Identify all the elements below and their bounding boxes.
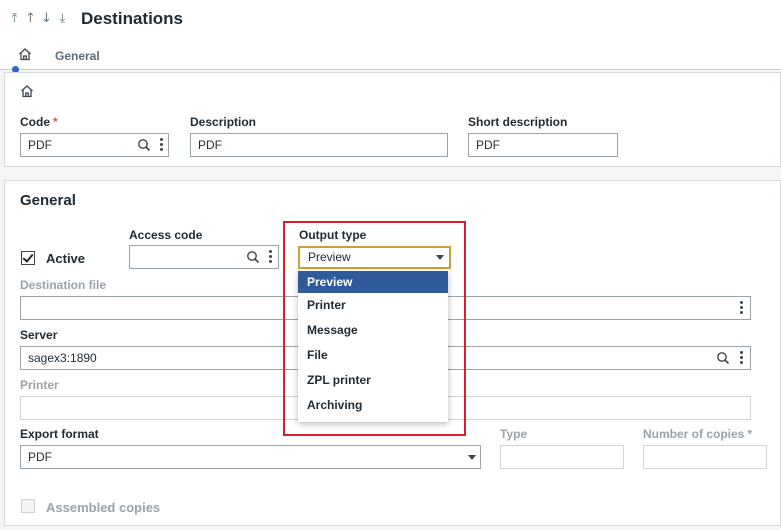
short-description-label: Short description [468, 115, 568, 129]
chevron-down-icon[interactable] [468, 455, 476, 460]
output-type-value: Preview [308, 250, 351, 264]
dropdown-option-printer[interactable]: Printer [298, 293, 448, 318]
more-options-icon[interactable] [740, 351, 743, 365]
access-code-field[interactable] [129, 245, 279, 269]
short-description-field[interactable]: PDF [468, 133, 618, 157]
dropdown-option-file[interactable]: File [298, 343, 448, 368]
top-bar: ⤒ ↑ ↓ ⤓ Destinations [0, 0, 781, 40]
more-options-icon[interactable] [740, 301, 743, 315]
type-label: Type [500, 427, 528, 441]
more-options-icon[interactable] [269, 250, 272, 264]
next-record-icon[interactable]: ↓ [40, 11, 53, 27]
required-marker: * [747, 427, 753, 441]
tab-bar: General [0, 40, 781, 70]
first-record-icon[interactable]: ⤒ [8, 11, 21, 27]
description-field[interactable]: PDF [190, 133, 448, 157]
export-format-label: Export format [20, 427, 99, 441]
code-value: PDF [28, 138, 52, 152]
dropdown-option-preview[interactable]: Preview [298, 271, 448, 293]
server-value: sagex3:1890 [28, 351, 97, 365]
dropdown-option-zpl-printer[interactable]: ZPL printer [298, 368, 448, 393]
dropdown-option-message[interactable]: Message [298, 318, 448, 343]
code-field[interactable]: PDF [20, 133, 169, 157]
previous-record-icon[interactable]: ↑ [24, 11, 37, 27]
server-label: Server [20, 328, 58, 342]
number-of-copies-label: Number of copies * [643, 427, 753, 441]
home-icon[interactable] [18, 47, 32, 61]
export-format-value: PDF [28, 450, 52, 464]
search-icon[interactable] [246, 246, 260, 268]
assembled-copies-label: Assembled copies [46, 500, 161, 515]
description-label: Description [190, 115, 257, 129]
general-section-title: General [20, 192, 76, 209]
active-checkbox[interactable] [21, 251, 35, 265]
destination-file-label: Destination file [20, 278, 107, 292]
home-icon[interactable] [20, 84, 34, 98]
output-type-label: Output type [299, 228, 367, 242]
tab-general[interactable]: General [55, 49, 100, 63]
more-options-icon[interactable] [160, 138, 163, 152]
access-code-label: Access code [129, 228, 203, 242]
page-title: Destinations [81, 9, 184, 28]
type-field [500, 445, 624, 469]
assembled-copies-checkbox [21, 499, 35, 513]
number-of-copies-field [643, 445, 767, 469]
output-type-dropdown: Preview Printer Message File ZPL printer… [298, 271, 448, 422]
printer-label: Printer [20, 378, 59, 392]
dropdown-option-archiving[interactable]: Archiving [298, 393, 448, 418]
export-format-select[interactable]: PDF [20, 445, 481, 469]
search-icon[interactable] [137, 134, 151, 156]
required-marker: * [53, 115, 58, 129]
active-label: Active [46, 251, 86, 266]
last-record-icon[interactable]: ⤓ [56, 11, 69, 27]
code-label: Code * [20, 115, 58, 129]
record-navigation: ⤒ ↑ ↓ ⤓ [8, 11, 69, 27]
chevron-down-icon[interactable] [436, 255, 444, 260]
output-type-select[interactable]: Preview [298, 246, 451, 269]
search-icon[interactable] [716, 347, 730, 369]
